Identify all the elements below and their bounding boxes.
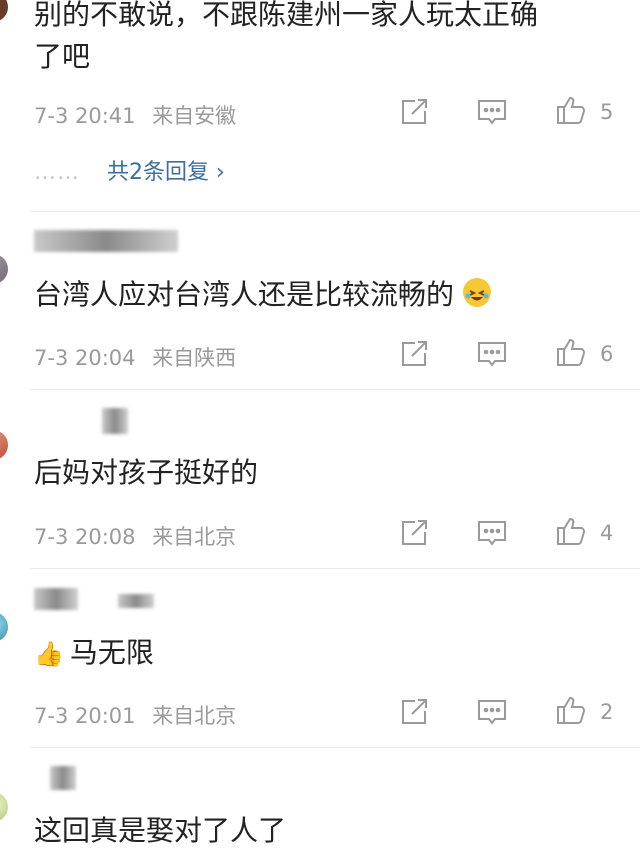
username[interactable] [34,230,178,252]
thumbs-up-emoji: 👍 [34,640,64,668]
comment-text: 👍 马无限 [34,632,154,675]
comment-icon[interactable] [476,97,508,129]
comment-text-line2: 了吧 [34,40,91,73]
comment-source: 来自陕西 [152,346,237,370]
comment-text: 台湾人应对台湾人还是比较流畅的 [34,274,491,316]
divider [30,568,640,569]
divider [30,747,640,748]
comment-source: 来自安徽 [152,104,237,128]
like-count: 5 [600,100,614,124]
comment-text: 别的不敢说，不跟陈建州一家人玩太正确 [34,0,539,31]
comment-meta: 7-3 20:41 来自安徽 [34,100,236,130]
like-count: 6 [600,342,614,366]
comment-meta: 7-3 20:08 来自北京 [34,521,236,551]
like-count: 2 [600,700,614,724]
comment-text-content: 台湾人应对台湾人还是比较流畅的 [34,278,455,311]
like-icon[interactable] [555,694,587,726]
avatar[interactable] [0,430,8,460]
username[interactable] [50,766,76,790]
divider [30,211,640,212]
comment-meta: 7-3 20:01 来自北京 [34,700,236,730]
avatar[interactable] [0,254,8,284]
username-suffix [118,594,154,608]
comment-time: 7-3 20:04 [34,346,136,370]
comment-source: 来自北京 [152,525,237,549]
comment-icon[interactable] [476,339,508,371]
comment-source: 来自北京 [152,704,237,728]
username[interactable] [34,588,78,610]
avatar[interactable] [0,0,8,22]
laughing-crying-emoji [462,278,491,307]
share-icon[interactable] [398,517,430,549]
divider [30,389,640,390]
comment-text: 后妈对孩子挺好的 [34,456,259,489]
replies-dots: …… [34,160,80,185]
like-icon[interactable] [555,336,587,368]
comment-time: 7-3 20:41 [34,104,136,128]
comment-icon[interactable] [476,697,508,729]
like-icon[interactable] [555,515,587,547]
share-icon[interactable] [398,696,430,728]
comment-text: 这回真是娶对了人了 [34,814,287,847]
comment-meta: 7-3 20:04 来自陕西 [34,342,236,372]
comment-text-content: 马无限 [69,636,154,669]
share-icon[interactable] [398,96,430,128]
view-replies-link[interactable]: …… 共2条回复 › [34,154,225,186]
avatar[interactable] [0,792,8,822]
like-count: 4 [600,521,614,545]
comment-time: 7-3 20:08 [34,525,136,549]
replies-label[interactable]: 共2条回复 › [107,160,225,185]
share-icon[interactable] [398,338,430,370]
username[interactable] [102,408,128,434]
avatar[interactable] [0,612,8,642]
like-icon[interactable] [555,94,587,126]
comment-time: 7-3 20:01 [34,704,136,728]
comment-icon[interactable] [476,518,508,550]
